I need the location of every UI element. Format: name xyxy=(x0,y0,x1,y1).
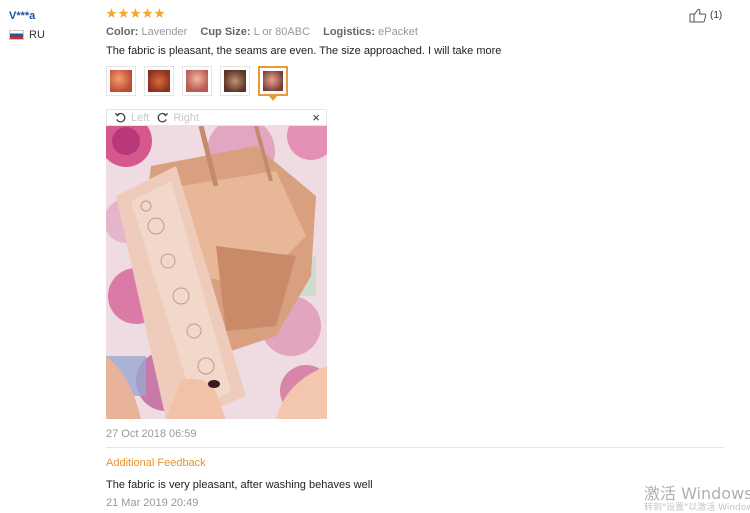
star-icon xyxy=(106,8,117,19)
review-text: The fabric is pleasant, the seams are ev… xyxy=(106,45,502,57)
additional-feedback-text: The fabric is very pleasant, after washi… xyxy=(106,479,373,491)
review-photo-image xyxy=(106,126,327,419)
reviewer-country: RU xyxy=(9,29,45,41)
additional-feedback-title: Additional Feedback xyxy=(106,457,206,469)
thumbs-up-icon xyxy=(689,8,707,23)
photo-thumbnail[interactable] xyxy=(182,66,212,96)
attr-label: Logistics: xyxy=(323,26,376,38)
attr-label: Cup Size: xyxy=(200,26,251,38)
star-icon xyxy=(130,8,141,19)
review-photo xyxy=(106,126,327,419)
photo-thumbnail[interactable] xyxy=(220,66,250,96)
additional-feedback-date: 21 Mar 2019 20:49 xyxy=(106,497,199,509)
helpful-button[interactable]: (1) xyxy=(689,8,722,23)
divider xyxy=(106,447,724,448)
image-viewer-toolbar: Left Right × xyxy=(106,109,327,126)
attr-label: Color: xyxy=(106,26,139,38)
star-icon xyxy=(142,8,153,19)
star-icon xyxy=(118,8,129,19)
attr-value: ePacket xyxy=(378,26,418,38)
photo-thumbnails xyxy=(106,66,288,101)
attr-value: Lavender xyxy=(141,26,188,38)
country-code: RU xyxy=(29,29,45,41)
photo-thumbnail[interactable] xyxy=(106,66,136,96)
order-attributes: Color: Lavender Cup Size: L or 80ABC Log… xyxy=(106,26,428,38)
star-rating xyxy=(106,8,165,19)
rotate-left-icon xyxy=(114,112,126,123)
russia-flag-icon xyxy=(9,30,24,40)
reviewer-name[interactable]: V***a xyxy=(9,10,35,22)
rotate-right-icon xyxy=(157,112,169,123)
close-icon[interactable]: × xyxy=(312,111,320,124)
windows-activation-hint: 转到"设置"以激活 Windows。 xyxy=(644,503,750,513)
review-date: 27 Oct 2018 06:59 xyxy=(106,428,197,440)
rotate-left-label: Left xyxy=(131,111,150,124)
photo-thumbnail[interactable] xyxy=(144,66,174,96)
photo-thumbnail-active[interactable] xyxy=(258,66,288,101)
helpful-count: (1) xyxy=(710,10,723,21)
attr-value: L or 80ABC xyxy=(253,26,311,38)
rotate-right-label: Right xyxy=(173,111,200,124)
rotate-left-button[interactable]: Left xyxy=(114,111,149,124)
star-icon xyxy=(154,8,165,19)
rotate-right-button[interactable]: Right xyxy=(156,111,199,124)
